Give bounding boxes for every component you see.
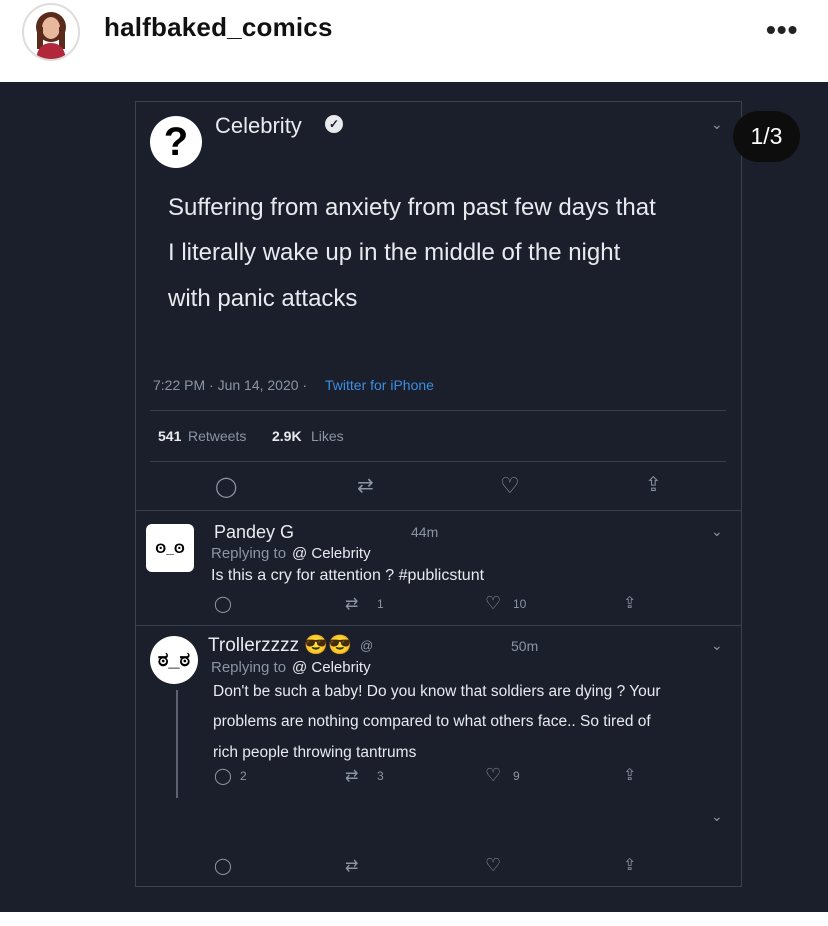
verified-icon: ✓ [325, 115, 343, 133]
divider [136, 510, 741, 511]
retweet-icon[interactable]: ⇄ [357, 476, 374, 496]
chevron-down-icon[interactable]: ⌄ [711, 523, 723, 540]
chevron-down-icon[interactable]: ⌄ [711, 637, 723, 654]
heart-icon[interactable]: ♡ [485, 856, 501, 874]
reply1-replying-prefix: Replying to [211, 545, 287, 562]
retweet-label: Retweets [188, 428, 247, 444]
post-header: halfbaked_comics ••• [0, 0, 828, 82]
reply1-text: Is this a cry for attention ? #publicstu… [211, 567, 485, 584]
retweet-icon[interactable]: ⇄ [345, 858, 358, 876]
reply1-name: Pandey G [214, 522, 295, 542]
like-label: Likes [311, 428, 344, 444]
reply-icon[interactable]: ◯ [214, 596, 232, 614]
tweet-text-line2: I literally wake up in the middle of the… [168, 239, 621, 266]
carousel-counter: 1/3 [733, 111, 800, 162]
retweet-icon[interactable]: ⇄ [345, 768, 358, 786]
share-icon[interactable]: ⇪ [623, 767, 636, 785]
share-icon[interactable]: ⇪ [623, 857, 636, 875]
share-icon[interactable]: ⇪ [623, 595, 636, 613]
heart-icon[interactable]: ♡ [485, 594, 501, 612]
reply2-avatar: ಠ_ಠ [150, 636, 198, 684]
retweet-count: 541 [158, 428, 182, 444]
reply1-time: 44m [411, 524, 439, 540]
divider [150, 410, 726, 411]
reply1-avatar: ʘ_ʘ [146, 524, 194, 572]
like-count: 2.9K [272, 428, 302, 444]
username-link[interactable]: halfbaked_comics [104, 12, 333, 43]
tweet-source: Twitter for iPhone [325, 377, 434, 393]
reply-icon[interactable]: ◯ [215, 477, 237, 497]
reply2-time: 50m [511, 638, 539, 654]
reply1-retweet-count: 1 [377, 597, 384, 611]
celebrity-avatar: ? [150, 116, 202, 168]
retweet-icon[interactable]: ⇄ [345, 596, 358, 614]
reply2-replying-prefix: Replying to [211, 659, 287, 676]
more-options-icon[interactable]: ••• [766, 14, 798, 46]
reply2-text-line3: rich people throwing tantrums [213, 744, 417, 761]
reply1-like-count: 10 [513, 597, 527, 611]
profile-avatar[interactable] [22, 3, 80, 61]
tweet-text-line1: Suffering from anxiety from past few day… [168, 194, 656, 221]
reply2-retweet-count: 3 [377, 769, 384, 783]
reply-icon[interactable]: ◯ [214, 858, 232, 876]
reply2-reply-count: 2 [240, 769, 247, 783]
heart-icon[interactable]: ♡ [485, 766, 501, 784]
tweet-author: Celebrity [215, 113, 302, 138]
thread-line [176, 690, 178, 798]
reply2-like-count: 9 [513, 769, 520, 783]
share-icon[interactable]: ⇪ [645, 475, 662, 495]
tweet-timestamp: 7:22 PM · Jun 14, 2020 · [153, 377, 308, 393]
tweet-text-line3: with panic attacks [168, 285, 358, 312]
reply2-name: Trollerzzzz 😎😎 [208, 635, 352, 656]
chevron-down-icon[interactable]: ⌄ [711, 116, 723, 133]
reply2-handle: @ [360, 638, 374, 653]
heart-icon[interactable]: ♡ [500, 475, 520, 497]
chevron-down-icon[interactable]: ⌄ [711, 808, 723, 825]
divider [136, 625, 741, 626]
reply-icon[interactable]: ◯ [214, 768, 232, 786]
divider [150, 461, 726, 462]
reply1-replying-handle[interactable]: @ Celebrity [292, 545, 371, 562]
reply2-text-line2: problems are nothing compared to what ot… [213, 713, 651, 730]
reply2-text-line1: Don't be such a baby! Do you know that s… [213, 683, 661, 700]
reply2-replying-handle[interactable]: @ Celebrity [292, 659, 371, 676]
